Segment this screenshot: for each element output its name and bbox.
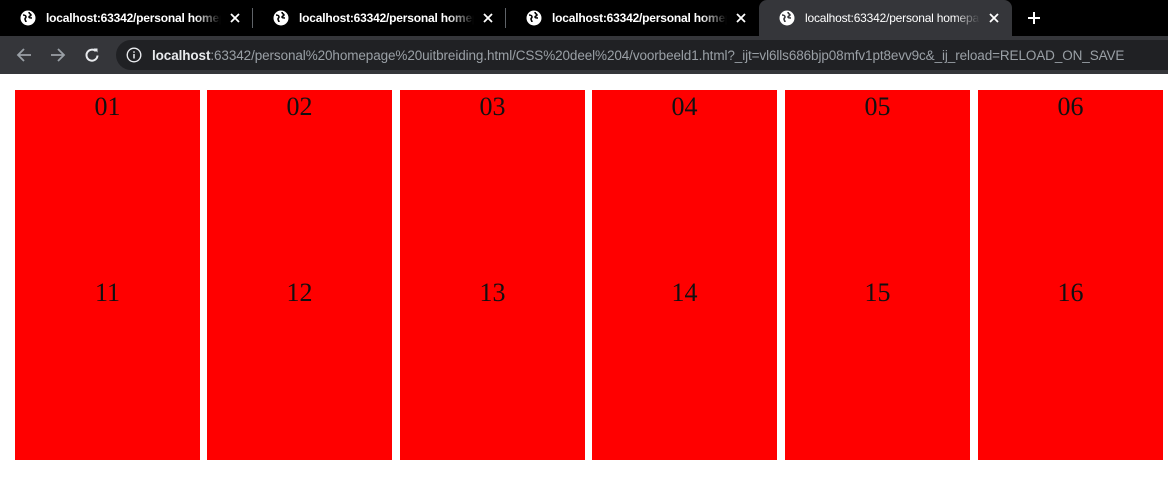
back-button[interactable] [8,39,40,71]
box-top-label: 04 [671,92,698,121]
browser-tab-1[interactable]: localhost:63342/personal homepage%20uitb… [0,0,253,36]
globe-icon [526,10,542,26]
forward-button[interactable] [42,39,74,71]
page-viewport: 01 11 02 12 03 13 04 14 05 15 06 16 [0,74,1168,482]
address-bar[interactable]: localhost:63342/personal%20homepage%20ui… [116,40,1168,70]
reload-icon [85,48,99,62]
box-middle-label: 13 [479,278,506,307]
browser-tab-2[interactable]: localhost:63342/personal homepage%20uitb… [253,0,506,36]
box-middle-label: 16 [1057,278,1084,307]
box-top-label: 06 [1057,92,1084,121]
close-icon[interactable] [480,10,496,26]
arrow-left-icon [16,48,31,62]
box-middle-label: 11 [94,278,121,307]
tab-strip: localhost:63342/personal homepage%20uitb… [0,0,1168,36]
tab-title: localhost:63342/personal homepage%20uitb… [46,11,221,25]
tab-title: localhost:63342/personal homepage%20uitb… [299,11,474,25]
reload-button[interactable] [76,39,108,71]
box-middle-label: 12 [286,278,313,307]
close-icon[interactable] [986,10,1002,26]
box-top-label: 01 [94,92,121,121]
box-middle-label: 15 [864,278,891,307]
red-box-1: 01 11 [15,90,200,460]
box-middle-label: 14 [671,278,698,307]
info-icon[interactable] [126,47,142,63]
red-box-2: 02 12 [207,90,392,460]
browser-tab-active[interactable]: localhost:63342/personal homepage%20uitb… [759,0,1012,36]
url-text[interactable]: localhost:63342/personal%20homepage%20ui… [152,48,1124,63]
box-grid: 01 11 02 12 03 13 04 14 05 15 06 16 [15,90,1168,460]
close-icon[interactable] [227,10,243,26]
tab-title: localhost:63342/personal homepage%20uitb… [805,11,980,25]
tab-title: localhost:63342/personal homepage%20uitb… [552,11,727,25]
close-icon[interactable] [733,10,749,26]
url-host: localhost [152,47,211,63]
arrow-right-icon [51,48,66,62]
box-top-label: 02 [286,92,313,121]
browser-tab-3[interactable]: localhost:63342/personal homepage%20uitb… [506,0,759,36]
red-box-4: 04 14 [592,90,777,460]
globe-icon [273,10,289,26]
red-box-6: 06 16 [978,90,1163,460]
plus-icon [1028,12,1040,24]
box-top-label: 05 [864,92,891,121]
red-box-5: 05 15 [785,90,970,460]
browser-toolbar: localhost:63342/personal%20homepage%20ui… [0,36,1168,74]
box-top-label: 03 [479,92,506,121]
new-tab-button[interactable] [1016,0,1052,36]
red-box-3: 03 13 [400,90,585,460]
url-path: :63342/personal%20homepage%20uitbreiding… [210,47,1125,63]
globe-icon [779,10,795,26]
globe-icon [20,10,36,26]
